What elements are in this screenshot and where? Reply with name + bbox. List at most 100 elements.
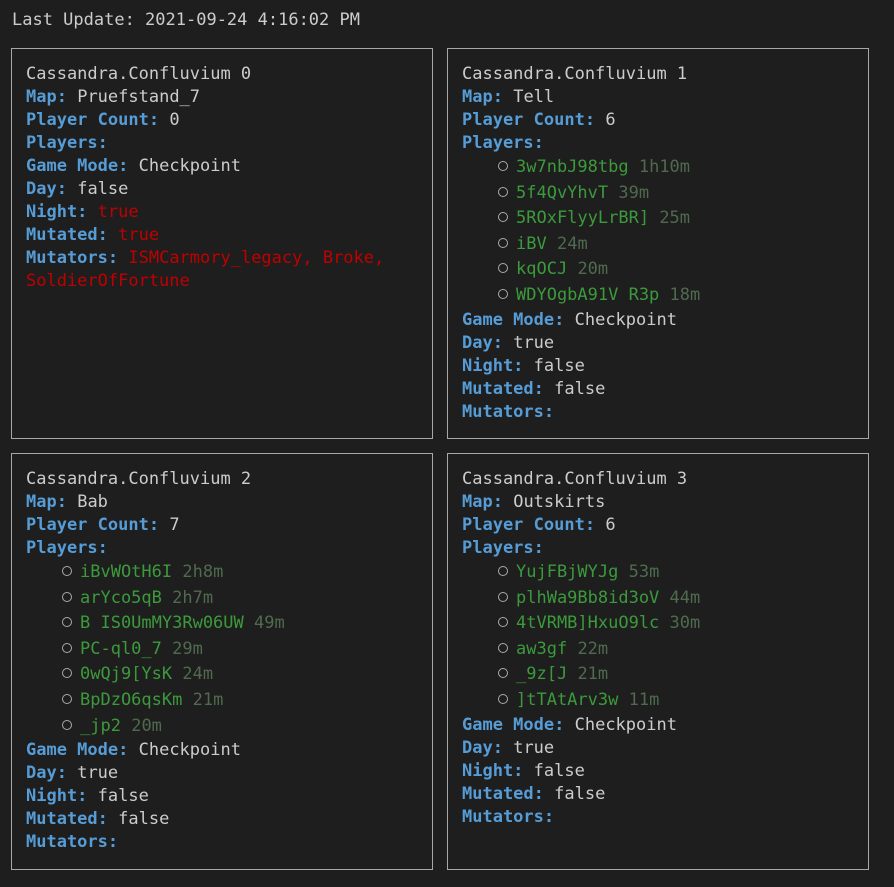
player-time: 53m — [628, 562, 660, 582]
player-count-row: Player Count: 6 — [462, 514, 854, 537]
mutators-label: Mutators: — [462, 806, 555, 827]
mutated-label: Mutated: — [26, 225, 108, 245]
player-count-value: 7 — [169, 515, 180, 535]
player-time: 29m — [172, 638, 203, 659]
player-count-label: Player Count: — [26, 110, 160, 130]
player-count-value: 0 — [169, 110, 180, 130]
player-count-row: Player Count: 6 — [462, 109, 854, 132]
players-label: Players: — [462, 133, 544, 153]
bullet-icon — [62, 668, 72, 679]
player-list: 3w7nbJ98tbg 1h10m 5f4QvYhvT 39m 5ROxFlyy… — [462, 155, 854, 309]
player-name: PC-ql0_7 — [80, 638, 162, 659]
bullet-icon — [498, 668, 508, 679]
bullet-icon — [62, 642, 72, 653]
server-name: Cassandra.Confluvium 0 — [26, 64, 252, 84]
mutated-label: Mutated: — [462, 783, 544, 804]
player-time: 1h10m — [638, 157, 691, 177]
game-mode-label: Game Mode: — [462, 714, 565, 735]
game-mode-row: Game Mode: Checkpoint — [462, 714, 854, 737]
player-time: 22m — [577, 638, 609, 659]
night-label: Night: — [26, 202, 88, 222]
player-count-row: Player Count: 7 — [26, 514, 418, 537]
map-row: Map: Bab — [26, 491, 418, 514]
player-list-item: plhWa9Bb8id3oV 44m — [498, 586, 854, 612]
player-name: arYco5qB — [80, 587, 162, 608]
day-label: Day: — [26, 179, 67, 199]
mutated-value: false — [554, 378, 606, 399]
player-list-item: iBV 24m — [498, 232, 854, 258]
player-list-item: BpDzO6qsKm 21m — [62, 688, 418, 714]
server-name: Cassandra.Confluvium 2 — [26, 469, 252, 489]
mutators-label: Mutators: — [26, 248, 119, 268]
player-name: 4tVRMB]HxuO9lc — [516, 613, 660, 634]
player-count-row: Player Count: 0 — [26, 109, 418, 132]
players-row: Players: — [26, 132, 418, 155]
players-row: Players: — [26, 537, 418, 560]
bullet-icon — [498, 591, 508, 602]
player-name: aw3gf — [516, 638, 568, 659]
map-label: Map: — [26, 492, 67, 512]
mutated-row: Mutated: false — [462, 378, 854, 401]
player-count-label: Player Count: — [462, 110, 596, 130]
player-time: 30m — [669, 613, 701, 634]
player-name: 5f4QvYhvT — [516, 182, 609, 203]
night-value: false — [533, 355, 585, 376]
bullet-icon — [498, 288, 508, 299]
player-time: 2h7m — [172, 587, 214, 608]
player-name: iBvWOtH6I — [80, 562, 173, 582]
mutated-label: Mutated: — [26, 809, 108, 830]
night-value: true — [97, 202, 139, 222]
player-time: 25m — [659, 208, 691, 229]
game-mode-label: Game Mode: — [462, 309, 565, 330]
day-label: Day: — [462, 737, 503, 758]
mutators-row: Mutators: ISMCarmory_legacy, Broke, Sold… — [26, 247, 418, 293]
game-mode-row: Game Mode: Checkpoint — [462, 309, 854, 332]
player-name: _jp2 — [80, 715, 121, 736]
player-time: 24m — [182, 664, 214, 685]
bullet-icon — [498, 186, 508, 197]
player-list: iBvWOtH6I 2h8m arYco5qB 2h7m B IS0UmMY3R… — [26, 560, 418, 739]
day-value: false — [77, 179, 129, 199]
player-list-item: PC-ql0_7 29m — [62, 637, 418, 663]
mutated-value: false — [554, 783, 606, 804]
server-card-3: Cassandra.Confluvium 3 Map: Outskirts Pl… — [447, 453, 869, 870]
player-list-item: arYco5qB 2h7m — [62, 586, 418, 612]
mutated-row: Mutated: true — [26, 224, 418, 247]
bullet-icon — [62, 591, 72, 602]
day-label: Day: — [26, 763, 67, 784]
last-update-text: Last Update: 2021-09-24 4:16:02 PM — [12, 10, 360, 30]
player-time: 20m — [131, 715, 162, 736]
bullet-icon — [498, 237, 508, 248]
player-time: 2h8m — [182, 562, 224, 582]
day-row: Day: true — [462, 737, 854, 760]
players-label: Players: — [462, 538, 544, 558]
player-list-item: _9z[J 21m — [498, 662, 854, 688]
player-name: 0wQj9[YsK — [80, 664, 173, 685]
map-row: Map: Pruefstand_7 — [26, 86, 418, 109]
players-row: Players: — [462, 132, 854, 155]
game-mode-value: Checkpoint — [574, 309, 677, 330]
player-time: 49m — [254, 613, 285, 634]
day-label: Day: — [462, 332, 503, 353]
night-value: false — [533, 760, 585, 781]
player-list-item: YujFBjWYJg 53m — [498, 560, 854, 586]
game-mode-row: Game Mode: Checkpoint — [26, 739, 418, 762]
map-label: Map: — [462, 87, 503, 107]
player-list-item: 3w7nbJ98tbg 1h10m — [498, 155, 854, 181]
mutators-row: Mutators: — [462, 806, 854, 829]
night-row: Night: false — [26, 785, 418, 808]
player-list-item: _jp2 20m — [62, 714, 418, 740]
player-time: 21m — [192, 689, 224, 710]
mutators-label: Mutators: — [26, 832, 119, 853]
day-value: true — [513, 332, 555, 353]
players-label: Players: — [26, 538, 108, 558]
day-row: Day: false — [26, 178, 418, 201]
map-label: Map: — [462, 492, 503, 512]
mutated-row: Mutated: false — [26, 808, 418, 831]
server-name: Cassandra.Confluvium 1 — [462, 64, 688, 84]
player-time: 24m — [556, 233, 588, 254]
day-value: true — [513, 737, 555, 758]
player-time: 21m — [577, 664, 609, 685]
player-count-label: Player Count: — [26, 515, 160, 535]
game-mode-row: Game Mode: Checkpoint — [26, 155, 418, 178]
